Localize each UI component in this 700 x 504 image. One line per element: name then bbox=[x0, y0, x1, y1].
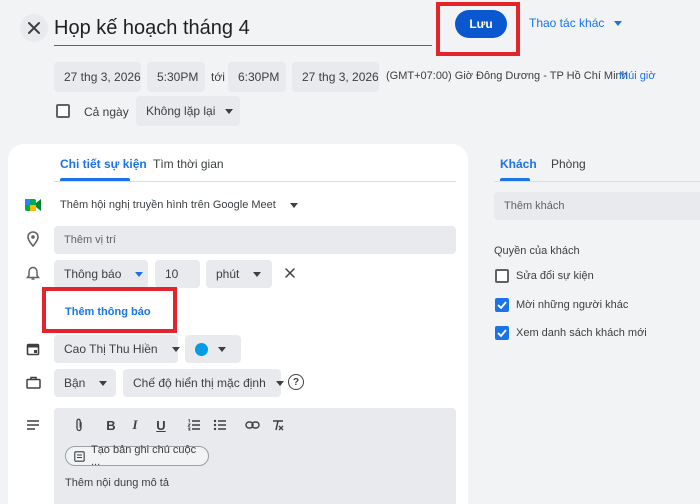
description-icon bbox=[24, 416, 42, 434]
permission-checkbox-invite[interactable] bbox=[495, 298, 509, 312]
numbered-list-icon[interactable] bbox=[185, 416, 203, 434]
checkmark-icon bbox=[497, 301, 507, 309]
notification-value: 10 bbox=[165, 267, 179, 281]
timezone-link[interactable]: Múi giờ bbox=[619, 70, 656, 82]
tab-event-details[interactable]: Chi tiết sự kiện bbox=[60, 157, 147, 171]
chevron-down-icon bbox=[614, 20, 623, 26]
tab-divider bbox=[54, 181, 456, 182]
chevron-down-icon bbox=[218, 346, 226, 352]
chevron-down-icon bbox=[253, 271, 262, 277]
end-date-chip[interactable]: 27 thg 3, 2026 bbox=[292, 62, 379, 92]
tab-find-time[interactable]: Tìm thời gian bbox=[153, 157, 224, 171]
all-day-checkbox[interactable] bbox=[56, 104, 70, 118]
add-guests-placeholder: Thêm khách bbox=[504, 200, 565, 212]
permission-label-see-guests: Xem danh sách khách mới bbox=[516, 327, 647, 339]
permission-checkbox-see-guests[interactable] bbox=[495, 326, 509, 340]
bell-icon bbox=[24, 264, 42, 282]
more-actions-label: Thao tác khác bbox=[529, 16, 605, 30]
clear-formatting-icon[interactable] bbox=[269, 416, 287, 434]
google-meet-icon bbox=[24, 196, 42, 214]
chevron-down-icon bbox=[289, 202, 298, 208]
chevron-down-icon bbox=[225, 108, 234, 114]
notification-type-dropdown[interactable]: Thông báo bbox=[54, 260, 148, 288]
location-input[interactable]: Thêm vị trí bbox=[54, 226, 456, 254]
bold-icon[interactable]: B bbox=[102, 416, 120, 434]
permission-checkbox-modify[interactable] bbox=[495, 269, 509, 283]
underline-icon[interactable]: U bbox=[152, 416, 170, 434]
end-time: 6:30PM bbox=[238, 70, 280, 84]
event-title: Họp kế hoạch tháng 4 bbox=[54, 17, 250, 39]
end-time-chip[interactable]: 6:30PM bbox=[228, 62, 286, 92]
close-icon[interactable] bbox=[20, 14, 48, 42]
start-date: 27 thg 3, 2026 bbox=[64, 70, 141, 84]
location-pin-icon bbox=[24, 230, 42, 248]
guest-permissions-title: Quyền của khách bbox=[494, 245, 580, 257]
add-meet-button[interactable]: Thêm hội nghị truyền hình trên Google Me… bbox=[60, 199, 298, 211]
calendar-color-swatch bbox=[195, 342, 208, 356]
help-icon[interactable]: ? bbox=[288, 374, 304, 390]
timezone-label[interactable]: (GMT+07:00) Giờ Đông Dương - TP Hồ Chí M… bbox=[386, 70, 628, 82]
attachment-icon[interactable] bbox=[70, 416, 88, 434]
start-time-chip[interactable]: 5:30PM bbox=[147, 62, 205, 92]
repeat-dropdown[interactable]: Không lặp lại bbox=[136, 96, 240, 126]
visibility-dropdown[interactable]: Chế độ hiển thị mặc định bbox=[123, 369, 284, 397]
calendar-color-dropdown[interactable] bbox=[185, 335, 241, 363]
tab-guests[interactable]: Khách bbox=[500, 157, 537, 171]
link-icon[interactable] bbox=[243, 416, 261, 434]
chevron-down-icon bbox=[171, 346, 180, 352]
permission-label-modify: Sửa đổi sự kiện bbox=[516, 270, 594, 282]
add-guests-input[interactable]: Thêm khách bbox=[494, 192, 700, 220]
calendar-icon bbox=[24, 340, 42, 358]
remove-notification-icon[interactable] bbox=[282, 265, 298, 281]
right-tab-divider bbox=[494, 181, 700, 182]
location-placeholder: Thêm vị trí bbox=[64, 234, 116, 246]
notification-unit: phút bbox=[216, 267, 240, 281]
notification-type: Thông báo bbox=[64, 267, 122, 281]
busy-status-dropdown[interactable]: Bận bbox=[54, 369, 116, 397]
notification-value-input[interactable]: 10 bbox=[155, 260, 200, 288]
description-placeholder: Thêm nội dung mô tả bbox=[65, 477, 169, 489]
save-highlight-box bbox=[436, 2, 520, 56]
notes-icon bbox=[74, 450, 85, 462]
add-notification-highlight-box bbox=[42, 287, 177, 333]
chevron-down-icon bbox=[99, 380, 108, 386]
visibility: Chế độ hiển thị mặc định bbox=[133, 376, 266, 390]
start-date-chip[interactable]: 27 thg 3, 2026 bbox=[54, 62, 141, 92]
all-day-label: Cả ngày bbox=[84, 105, 129, 119]
more-actions-button[interactable]: Thao tác khác bbox=[529, 16, 623, 30]
checkmark-icon bbox=[497, 329, 507, 337]
notification-unit-dropdown[interactable]: phút bbox=[206, 260, 272, 288]
end-date: 27 thg 3, 2026 bbox=[302, 70, 379, 84]
tab-rooms[interactable]: Phòng bbox=[551, 157, 586, 171]
busy-status: Bận bbox=[64, 376, 86, 390]
italic-icon[interactable]: I bbox=[126, 416, 144, 434]
to-label: tới bbox=[211, 70, 225, 84]
permission-label-invite: Mời những người khác bbox=[516, 299, 629, 311]
chevron-down-icon bbox=[275, 380, 284, 386]
bullet-list-icon[interactable] bbox=[211, 416, 229, 434]
notes-chip[interactable]: Tạo bản ghi chú cuộc ... bbox=[65, 444, 209, 468]
calendar-owner-dropdown[interactable]: Cao Thị Thu Hiền bbox=[54, 335, 180, 363]
notes-chip-label: Tạo bản ghi chú cuộc ... bbox=[90, 444, 197, 468]
chevron-down-icon bbox=[135, 271, 144, 277]
start-time: 5:30PM bbox=[157, 70, 199, 84]
briefcase-icon bbox=[24, 373, 42, 391]
event-title-input[interactable]: Họp kế hoạch tháng 4 bbox=[54, 10, 432, 46]
calendar-owner: Cao Thị Thu Hiền bbox=[64, 342, 158, 356]
add-meet-label: Thêm hội nghị truyền hình trên Google Me… bbox=[60, 199, 276, 211]
repeat-value: Không lặp lại bbox=[146, 104, 216, 118]
